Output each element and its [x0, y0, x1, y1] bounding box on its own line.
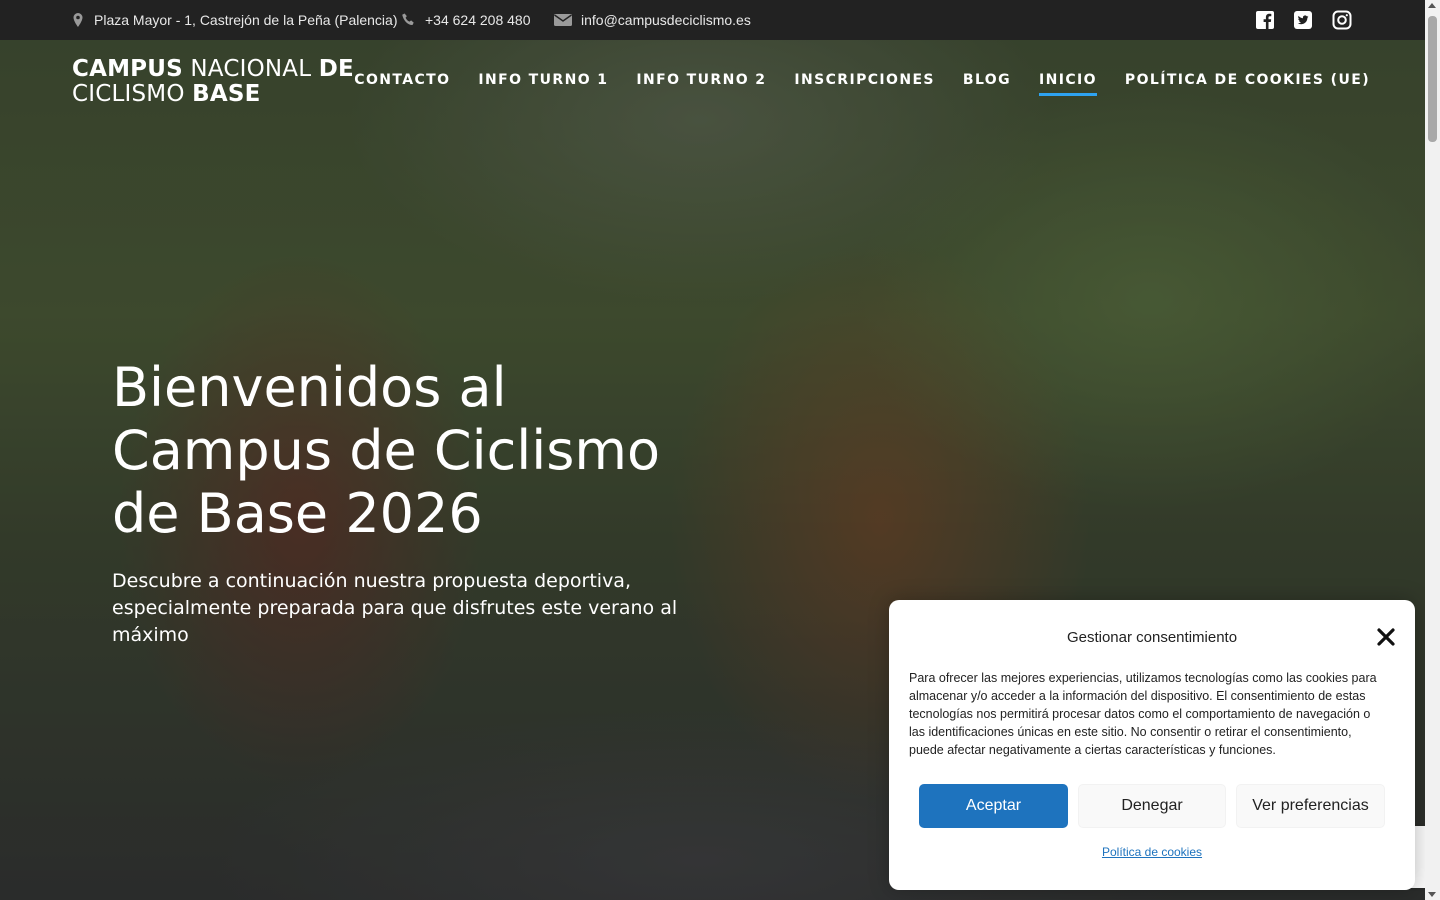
address-text: Plaza Mayor - 1, Castrejón de la Peña (P… [94, 12, 398, 28]
address-info: Plaza Mayor - 1, Castrejón de la Peña (P… [70, 12, 397, 28]
cookie-button-group: Aceptar Denegar Ver preferencias [919, 784, 1385, 828]
cookie-consent-modal: Gestionar consentimiento Para ofrecer la… [889, 600, 1415, 890]
site-logo[interactable]: CAMPUS NACIONAL DE CICLISMO BASE [72, 57, 354, 107]
nav-item-info-turno-2[interactable]: INFO TURNO 2 [636, 72, 766, 94]
envelope-icon [553, 12, 573, 28]
phone-text[interactable]: +34 624 208 480 [425, 12, 531, 28]
nav-item-inscripciones[interactable]: INSCRIPCIONES [794, 72, 934, 94]
close-icon[interactable] [1376, 627, 1396, 647]
cookie-policy-link[interactable]: Política de cookies [889, 845, 1415, 859]
scrollbar[interactable] [1425, 0, 1440, 900]
scroll-down-arrow-icon[interactable] [1428, 892, 1436, 897]
nav-item-politica-cookies[interactable]: POLÍTICA DE COOKIES (UE) [1125, 72, 1370, 94]
phone-info: +34 624 208 480 [401, 12, 531, 28]
nav-item-contacto[interactable]: CONTACTO [354, 72, 450, 94]
facebook-icon[interactable] [1255, 10, 1275, 30]
instagram-icon[interactable] [1332, 10, 1352, 30]
map-marker-icon [70, 12, 86, 28]
nav-item-info-turno-1[interactable]: INFO TURNO 1 [478, 72, 608, 94]
scroll-thumb[interactable] [1428, 16, 1437, 142]
nav-item-inicio[interactable]: INICIO [1039, 72, 1097, 96]
logo-line-2: CICLISMO BASE [72, 81, 261, 107]
scroll-up-arrow-icon[interactable] [1428, 3, 1436, 8]
main-nav: CONTACTO INFO TURNO 1 INFO TURNO 2 INSCR… [354, 72, 1370, 96]
top-bar: Plaza Mayor - 1, Castrejón de la Peña (P… [0, 0, 1425, 40]
cookie-modal-title: Gestionar consentimiento [1066, 629, 1238, 646]
hero-subtitle: Descubre a continuación nuestra propuest… [112, 570, 678, 646]
accept-button[interactable]: Aceptar [919, 784, 1068, 828]
phone-icon [401, 12, 417, 28]
nav-item-blog[interactable]: BLOG [963, 72, 1011, 94]
hero-title: Bienvenidos al Campus de Ciclismo de Bas… [112, 356, 661, 545]
deny-button[interactable]: Denegar [1078, 784, 1226, 828]
twitter-icon[interactable] [1293, 10, 1313, 30]
cookie-modal-text: Para ofrecer las mejores experiencias, u… [909, 671, 1377, 757]
logo-line-1: CAMPUS NACIONAL DE [72, 56, 354, 82]
preferences-button[interactable]: Ver preferencias [1236, 784, 1385, 828]
email-text[interactable]: info@campusdeciclismo.es [581, 12, 751, 28]
email-info: info@campusdeciclismo.es [553, 12, 751, 28]
